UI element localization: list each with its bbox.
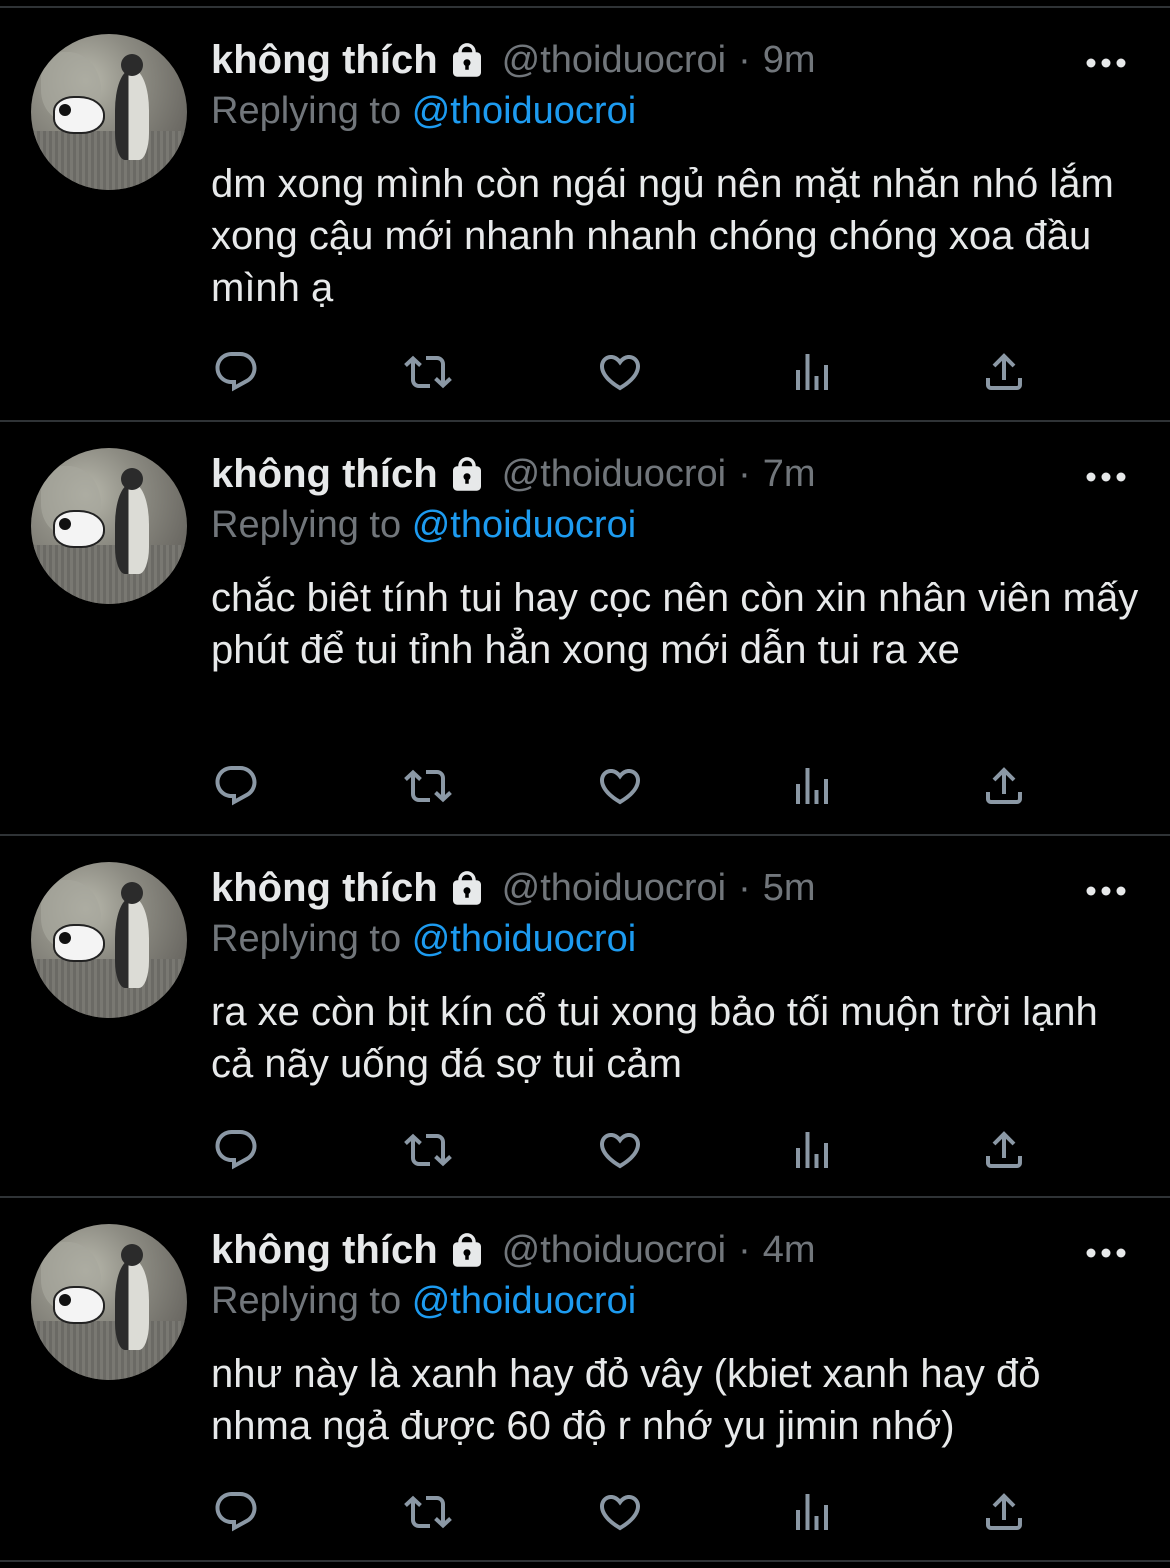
retweet-icon[interactable] <box>404 348 452 396</box>
display-name[interactable]: không thích <box>211 866 438 911</box>
display-name[interactable]: không thích <box>211 452 438 497</box>
timestamp[interactable]: 9m <box>763 39 816 82</box>
analytics-icon[interactable] <box>788 1488 836 1536</box>
retweet-icon[interactable] <box>404 1126 452 1174</box>
lock-icon <box>446 868 488 910</box>
mention-link[interactable]: @thoiduocroi <box>412 90 636 132</box>
tweet-text: như này là xanh hay đỏ vây (kbiet xanh h… <box>211 1352 1041 1448</box>
avatar[interactable] <box>31 1224 187 1380</box>
timestamp[interactable]: 7m <box>763 453 816 496</box>
separator-dot: · <box>738 867 751 909</box>
action-bar <box>212 762 1042 810</box>
analytics-icon[interactable] <box>788 1126 836 1174</box>
lock-icon <box>446 454 488 496</box>
handle[interactable]: @thoiduocroi <box>502 1229 726 1272</box>
retweet-icon[interactable] <box>404 762 452 810</box>
avatar[interactable] <box>31 34 187 190</box>
action-bar <box>212 348 1042 396</box>
tweet[interactable]: không thích @thoiduocroi · 5m Replying t… <box>0 836 1170 1198</box>
tweet-text: chắc biêt tính tui hay cọc nên còn xin n… <box>211 576 1139 672</box>
avatar[interactable] <box>31 862 187 1018</box>
more-icon[interactable] <box>1086 56 1126 68</box>
more-icon[interactable] <box>1086 884 1126 896</box>
replying-to: Replying to @thoiduocroi <box>211 918 636 961</box>
mention-link[interactable]: @thoiduocroi <box>412 918 636 960</box>
display-name[interactable]: không thích <box>211 38 438 83</box>
handle[interactable]: @thoiduocroi <box>502 867 726 910</box>
analytics-icon[interactable] <box>788 348 836 396</box>
handle[interactable]: @thoiduocroi <box>502 39 726 82</box>
replying-prefix: Replying to <box>211 1280 402 1322</box>
separator-dot: · <box>738 453 751 495</box>
like-icon[interactable] <box>596 1126 644 1174</box>
avatar[interactable] <box>31 448 187 604</box>
share-icon[interactable] <box>980 762 1028 810</box>
handle[interactable]: @thoiduocroi <box>502 453 726 496</box>
display-name[interactable]: không thích <box>211 1228 438 1273</box>
tweet-text: ra xe còn bịt kín cổ tui xong bảo tối mu… <box>211 990 1098 1086</box>
like-icon[interactable] <box>596 348 644 396</box>
replying-prefix: Replying to <box>211 504 402 546</box>
retweet-icon[interactable] <box>404 1488 452 1536</box>
share-icon[interactable] <box>980 348 1028 396</box>
replying-to: Replying to @thoiduocroi <box>211 90 636 133</box>
analytics-icon[interactable] <box>788 762 836 810</box>
action-bar <box>212 1488 1042 1536</box>
more-icon[interactable] <box>1086 1246 1126 1258</box>
more-icon[interactable] <box>1086 470 1126 482</box>
reply-icon[interactable] <box>212 348 260 396</box>
separator-dot: · <box>738 1229 751 1271</box>
replying-to: Replying to @thoiduocroi <box>211 504 636 547</box>
like-icon[interactable] <box>596 762 644 810</box>
timestamp[interactable]: 5m <box>763 867 816 910</box>
tweet[interactable]: không thích @thoiduocroi · 9m Replying t… <box>0 8 1170 422</box>
reply-icon[interactable] <box>212 762 260 810</box>
tweet[interactable]: không thích @thoiduocroi · 4m Replying t… <box>0 1198 1170 1562</box>
like-icon[interactable] <box>596 1488 644 1536</box>
reply-icon[interactable] <box>212 1126 260 1174</box>
lock-icon <box>446 1230 488 1272</box>
mention-link[interactable]: @thoiduocroi <box>412 1280 636 1322</box>
reply-icon[interactable] <box>212 1488 260 1536</box>
share-icon[interactable] <box>980 1126 1028 1174</box>
tweet-text: dm xong mình còn ngái ngủ nên mặt nhăn n… <box>211 162 1114 310</box>
action-bar <box>212 1126 1042 1174</box>
separator-dot: · <box>738 39 751 81</box>
replying-prefix: Replying to <box>211 90 402 132</box>
mention-link[interactable]: @thoiduocroi <box>412 504 636 546</box>
lock-icon <box>446 40 488 82</box>
replying-prefix: Replying to <box>211 918 402 960</box>
timestamp[interactable]: 4m <box>763 1229 816 1272</box>
replying-to: Replying to @thoiduocroi <box>211 1280 636 1323</box>
share-icon[interactable] <box>980 1488 1028 1536</box>
tweet[interactable]: không thích @thoiduocroi · 7m Replying t… <box>0 422 1170 836</box>
